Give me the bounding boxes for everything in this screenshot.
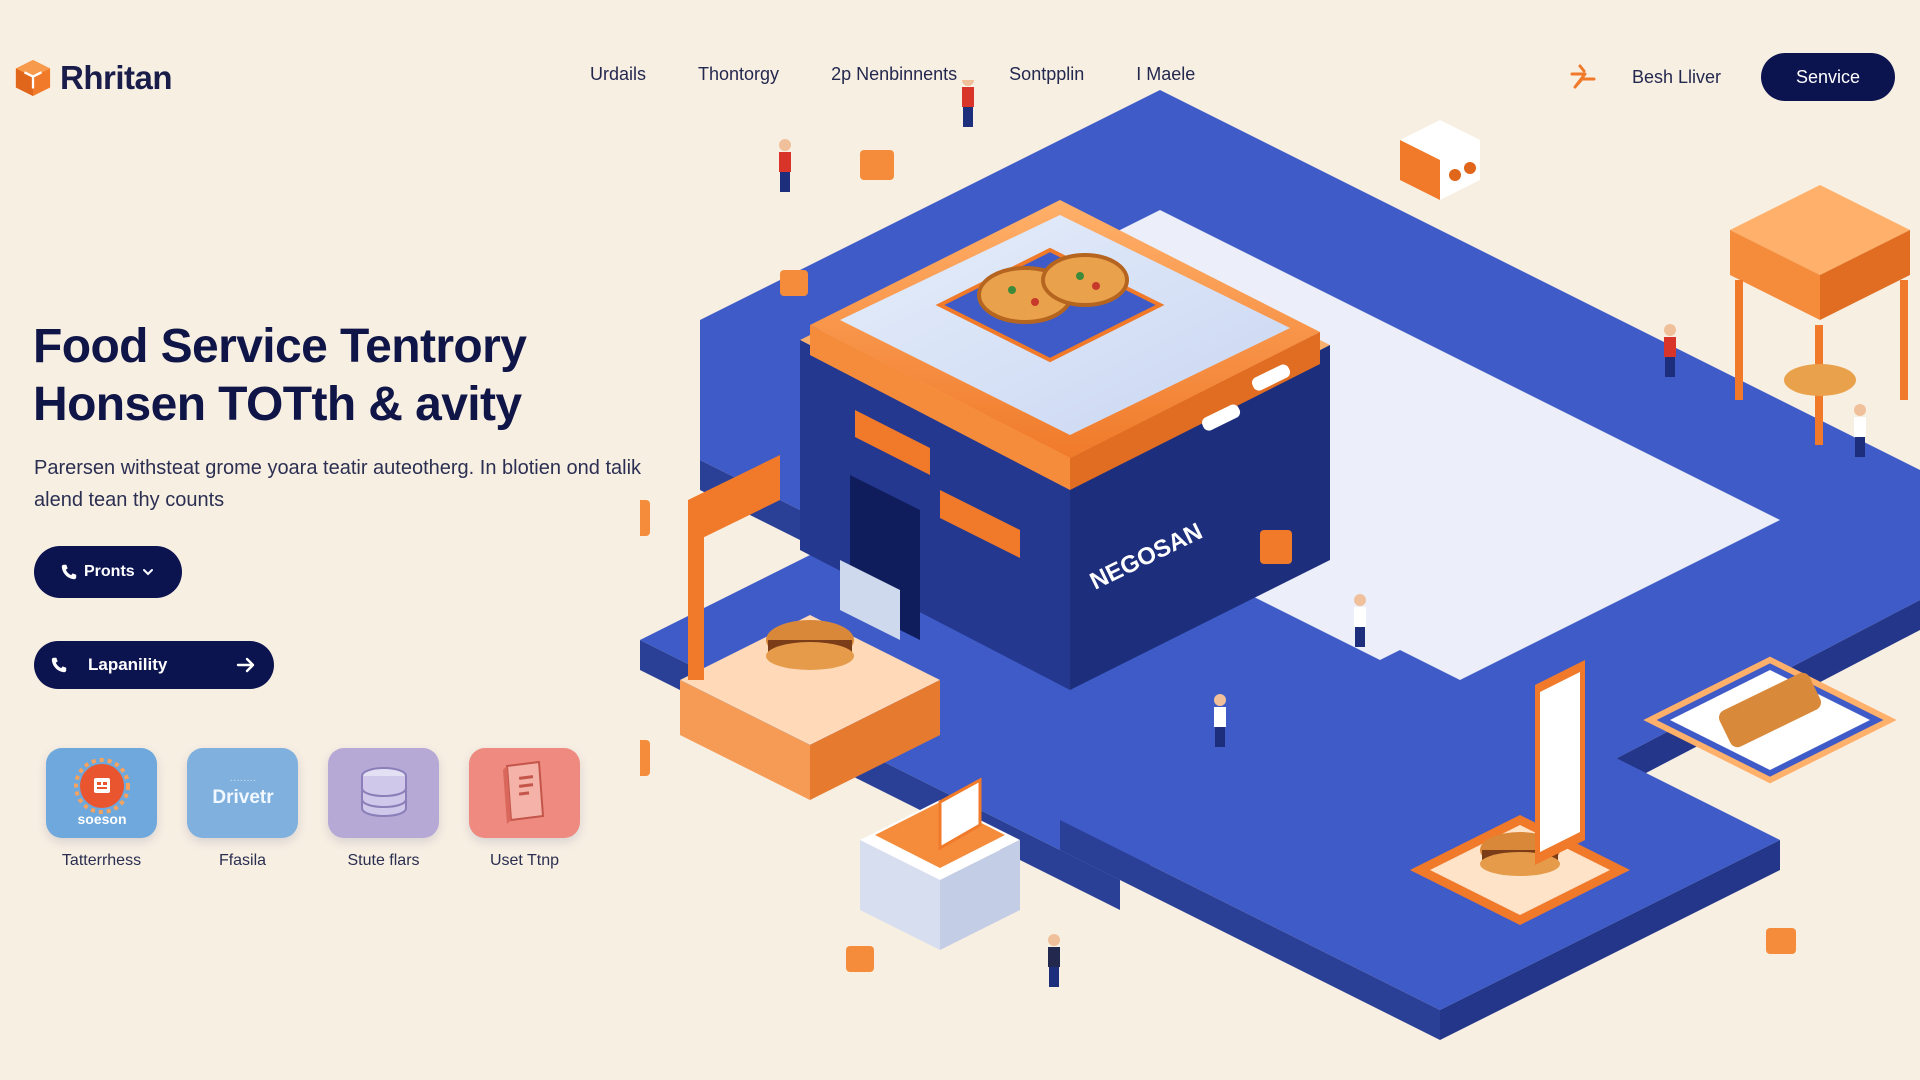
hero-title-line-2: Honsen TOTth & avity [33,378,522,431]
svg-text:soeson: soeson [77,811,126,827]
feature-tile-2[interactable]: ········ Drivetr Ffasila [187,748,298,870]
tile-label: Stute flars [347,852,420,869]
hero-description: Parersen withsteat grome yoara teatir au… [34,457,642,511]
logo-cube-icon [15,59,51,97]
feature-tile-4[interactable]: Uset Ttnp [469,748,580,870]
capability-button[interactable]: Lapanility [34,641,274,689]
food-service-illustration: NEGOSAN [640,80,1920,1040]
server-icon [328,748,439,838]
feature-tile-3[interactable]: Stute flars [328,748,439,870]
tile-label: Uset Ttnp [489,852,560,869]
brand-logo[interactable]: Rhritan [14,58,173,98]
nav-item-1[interactable]: Urdails [590,64,646,85]
feature-tiles: soeson Tatterrhess ········ Drivetr Ffas… [46,748,580,870]
products-button-label: Pronts [84,563,135,580]
tile-label: Tatterrhess [61,852,142,869]
phone-icon [61,564,77,580]
capability-button-label: Lapanility [88,655,168,674]
hero-title-line-1: Food Service Tentrory [33,320,527,373]
brand-name: Rhritan [60,59,173,96]
svg-text:········: ········ [229,775,256,786]
chevron-down-icon [142,569,153,576]
phone-icon [51,657,67,673]
arrow-right-icon [236,657,255,673]
svg-text:Drivetr: Drivetr [212,787,274,808]
tile-label: Ffasila [218,852,267,869]
drive-icon: ········ Drivetr [187,748,298,838]
book-icon [469,748,580,838]
badge-icon: soeson [46,748,157,838]
products-dropdown-button[interactable]: Pronts [34,546,182,598]
hero-title: Food Service Tentrory Honsen TOTth & avi… [33,318,693,434]
food-truck [1400,120,1480,200]
feature-tile-1[interactable]: soeson Tatterrhess [46,748,157,870]
